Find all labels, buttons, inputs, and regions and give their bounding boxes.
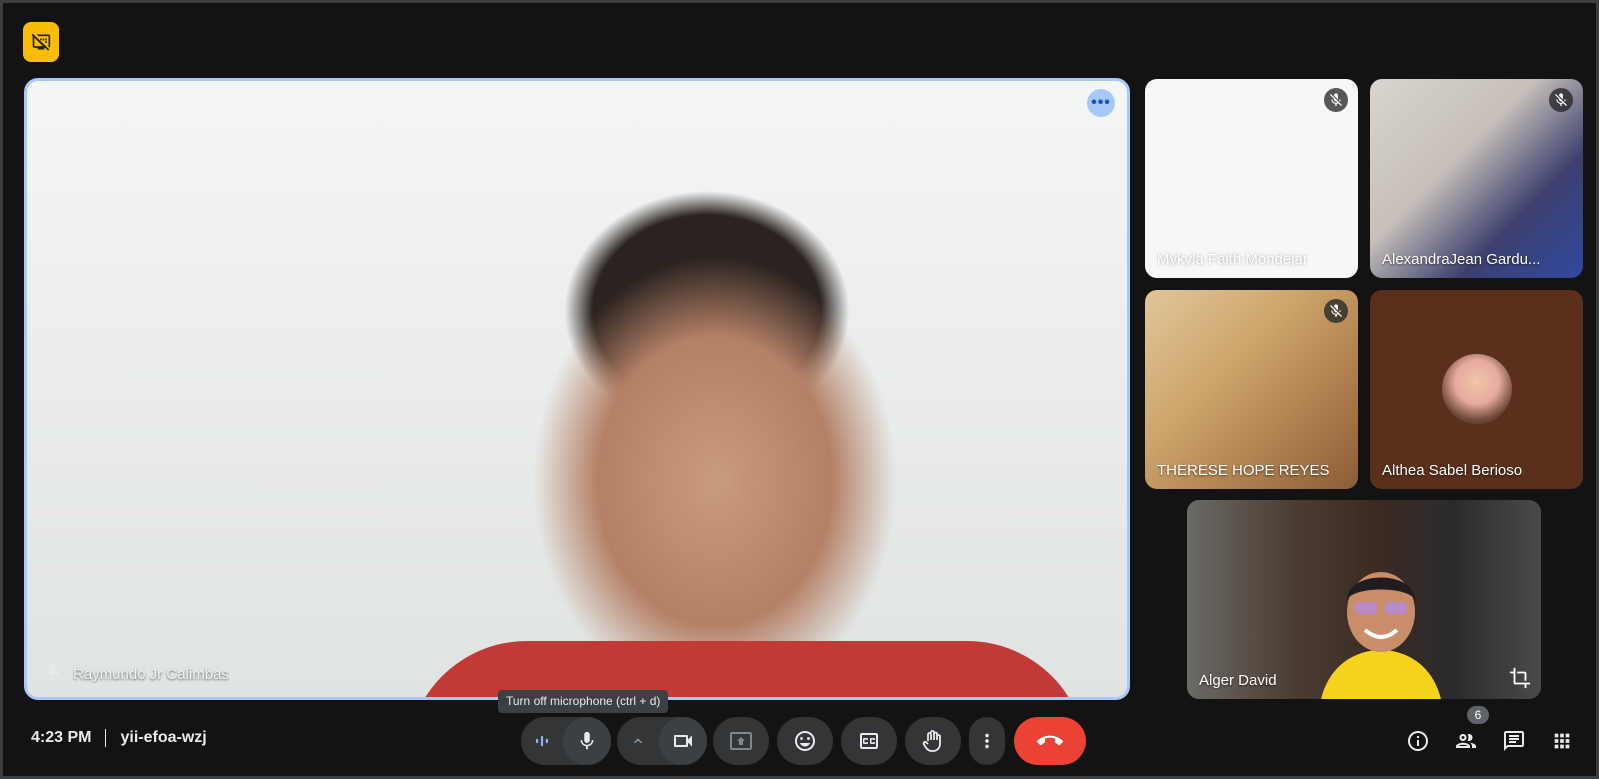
participant-tile[interactable]: Mykyla Faith Mondejar	[1145, 79, 1358, 278]
info-icon	[1408, 731, 1428, 751]
people-icon	[1456, 734, 1476, 748]
mic-off-icon	[1324, 88, 1348, 112]
activities-button[interactable]	[1550, 729, 1574, 753]
mic-control-group	[521, 717, 611, 765]
meeting-code[interactable]: yii-efoa-wzj	[120, 729, 206, 747]
people-count-badge: 6	[1467, 706, 1489, 724]
present-to-all-icon	[730, 732, 752, 750]
participant-name: Althea Sabel Berioso	[1382, 462, 1523, 479]
participant-tile[interactable]: Althea Sabel Berioso	[1370, 290, 1583, 489]
participant-name: THERESE HOPE REYES	[1157, 462, 1330, 479]
participant-tile[interactable]: AlexandraJean Gardu...	[1370, 79, 1583, 278]
audio-level-indicator	[521, 717, 563, 765]
crop-icon[interactable]	[1509, 667, 1531, 689]
chat-button[interactable]	[1502, 729, 1526, 753]
camera-options-button[interactable]	[617, 717, 659, 765]
mic-off-icon	[1549, 88, 1573, 112]
leave-call-button[interactable]	[1014, 717, 1086, 765]
mic-off-icon	[1324, 299, 1348, 323]
apps-grid-icon	[1554, 733, 1570, 749]
meet-window: ••• Raymundo Jr Calimbas Mykyla Faith Mo…	[0, 0, 1599, 779]
participant-name: Mykyla Faith Mondejar	[1157, 251, 1308, 268]
self-name: Alger David	[1199, 672, 1277, 689]
main-video-tile[interactable]: ••• Raymundo Jr Calimbas	[24, 78, 1130, 700]
people-button[interactable]	[1454, 729, 1478, 753]
more-vert-icon	[985, 733, 989, 749]
more-horiz-icon: •••	[1091, 94, 1111, 111]
participant-tile[interactable]: THERESE HOPE REYES	[1145, 290, 1358, 489]
chevron-up-icon	[634, 738, 642, 744]
divider	[105, 729, 107, 747]
meeting-details-button[interactable]	[1406, 729, 1430, 753]
camera-control-group	[617, 717, 707, 765]
main-participant-name: Raymundo Jr Calimbas	[73, 666, 229, 683]
mic-tooltip: Turn off microphone (ctrl + d)	[498, 690, 669, 713]
meeting-time: 4:23 PM	[31, 729, 92, 746]
participant-name: AlexandraJean Gardu...	[1382, 251, 1541, 268]
microphone-button[interactable]	[563, 717, 611, 765]
no-screen-icon	[31, 33, 51, 51]
mic-icon	[580, 731, 594, 750]
avatar	[1442, 354, 1512, 424]
camera-button[interactable]	[659, 717, 707, 765]
presentation-blocked-badge[interactable]	[23, 22, 59, 62]
self-video-tile[interactable]: Alger David	[1187, 500, 1541, 699]
more-options-button[interactable]	[969, 717, 1005, 765]
tile-more-options-button[interactable]: •••	[1087, 89, 1115, 117]
pin-icon	[47, 664, 59, 682]
emoji-icon	[795, 731, 815, 751]
closed-caption-icon	[860, 733, 878, 749]
captions-button[interactable]	[841, 717, 897, 765]
hand-icon	[922, 730, 941, 752]
meeting-info: 4:23 PM yii-efoa-wzj	[31, 729, 207, 747]
call-end-icon	[1037, 735, 1063, 746]
reactions-button[interactable]	[777, 717, 833, 765]
raise-hand-button[interactable]	[905, 717, 961, 765]
self-video-figure	[1321, 572, 1441, 699]
chat-icon	[1504, 731, 1524, 751]
videocam-icon	[674, 735, 692, 747]
audio-level-icon	[536, 735, 548, 747]
present-screen-button[interactable]	[713, 717, 769, 765]
